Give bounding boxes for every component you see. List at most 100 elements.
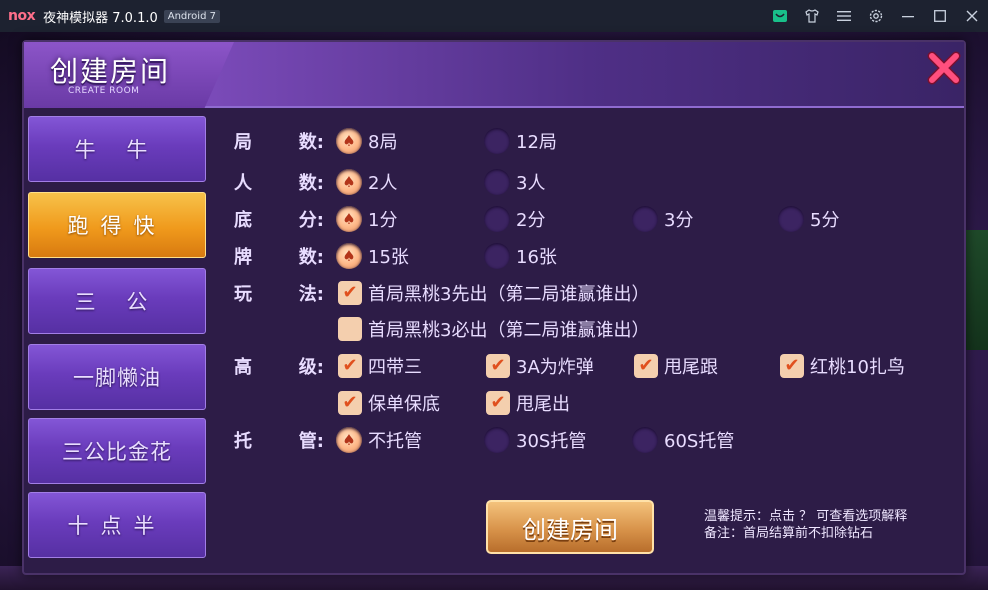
maximize-icon[interactable]: [924, 0, 956, 32]
sidebar-item-label: 十点半: [67, 514, 167, 538]
radio-unselected-icon: [484, 169, 510, 195]
radio-unselected-icon: [484, 128, 510, 154]
checkbox-tail-follow[interactable]: ✔ 甩尾跟: [634, 351, 718, 381]
option-text: 3A为炸弹: [516, 357, 594, 378]
option-text: 16张: [516, 247, 557, 268]
option-label-play-rules: 玩 法:: [234, 278, 324, 308]
option-label-auto-play: 托 管:: [234, 425, 324, 455]
option-text: 60S托管: [664, 431, 735, 452]
radio-cards-15[interactable]: ♠ 15张: [336, 241, 409, 271]
sidebar-item-sangongbijinhua[interactable]: 三公比金花: [28, 418, 206, 484]
sidebar-item-paodekuai[interactable]: 跑得快: [28, 192, 206, 258]
radio-rounds-12[interactable]: 12局: [484, 126, 557, 156]
label-char: 人: [234, 173, 252, 194]
tip-line-hint: 温馨提示：点击 ？ 可查看选项解释: [704, 509, 908, 524]
dialog-title: 创建房间: [50, 55, 171, 88]
checkbox-3a-bomb[interactable]: ✔ 3A为炸弹: [486, 351, 594, 381]
option-text: 保单保底: [368, 394, 440, 415]
sidebar-item-yijiaolanyou[interactable]: 一脚懒油: [28, 344, 206, 410]
create-room-button[interactable]: 创建房间: [486, 500, 654, 554]
option-label-rounds: 局 数:: [234, 126, 324, 156]
minimize-icon[interactable]: [892, 0, 924, 32]
dialog-close-button[interactable]: [924, 48, 964, 88]
option-text: 3分: [664, 210, 694, 231]
tip-line-note: 备注：首局结算前不扣除钻石: [704, 526, 874, 541]
option-text: 首局黑桃3先出（第二局谁赢谁出）: [368, 284, 650, 305]
sidebar-item-label: 三 公: [74, 290, 160, 314]
checkbox-spade3-first[interactable]: ✔ 首局黑桃3先出（第二局谁赢谁出）: [338, 278, 649, 308]
radio-auto-60s[interactable]: 60S托管: [632, 425, 734, 455]
radio-base-5[interactable]: 5分: [778, 204, 839, 234]
settings-icon[interactable]: [860, 0, 892, 32]
radio-auto-none[interactable]: ♠ 不托管: [336, 425, 422, 455]
sidebar-item-sangong[interactable]: 三 公: [28, 268, 206, 334]
nox-logo: nox: [8, 8, 36, 24]
option-text: 30S托管: [516, 431, 587, 452]
label-char: 数:: [298, 247, 324, 268]
radio-cards-16[interactable]: 16张: [484, 241, 557, 271]
sidebar-item-label: 一脚懒油: [73, 366, 161, 390]
checkbox-checked-icon: ✔: [338, 354, 362, 378]
label-char: 数:: [298, 132, 324, 153]
sidebar-item-shidianban[interactable]: 十点半: [28, 492, 206, 558]
label-char: 法:: [298, 284, 324, 305]
checkbox-four-with-three[interactable]: ✔ 四带三: [338, 351, 422, 381]
radio-selected-spade-icon: ♠: [336, 128, 362, 154]
radio-unselected-icon: [484, 206, 510, 232]
radio-base-3[interactable]: 3分: [632, 204, 693, 234]
radio-selected-spade-icon: ♠: [336, 169, 362, 195]
option-text: 甩尾跟: [664, 357, 718, 378]
checkbox-tail-out[interactable]: ✔ 甩尾出: [486, 388, 570, 418]
checkbox-spade3-must[interactable]: 首局黑桃3必出（第二局谁赢谁出）: [338, 314, 649, 344]
option-text: 5分: [810, 210, 840, 231]
checkbox-single-guarantee[interactable]: ✔ 保单保底: [338, 388, 440, 418]
close-icon[interactable]: [956, 0, 988, 32]
sidebar-item-label: 牛 牛: [74, 138, 160, 162]
radio-unselected-icon: [484, 427, 510, 453]
option-label-base-score: 底 分:: [234, 204, 324, 234]
option-text: 2人: [368, 173, 398, 194]
option-label-advanced: 高 级:: [234, 351, 324, 381]
label-char: 高: [234, 357, 252, 378]
checkbox-checked-icon: ✔: [780, 354, 804, 378]
label-char: 管:: [298, 431, 324, 452]
window-controls: [764, 0, 988, 32]
shirt-icon[interactable]: [796, 0, 828, 32]
store-icon[interactable]: [764, 0, 796, 32]
option-text: 四带三: [368, 357, 422, 378]
checkbox-unchecked-icon: [338, 317, 362, 341]
option-text: 首局黑桃3必出（第二局谁赢谁出）: [368, 320, 650, 341]
radio-players-2[interactable]: ♠ 2人: [336, 167, 397, 197]
label-char: 局: [234, 132, 252, 153]
close-x-icon: [927, 51, 961, 85]
radio-selected-spade-icon: ♠: [336, 427, 362, 453]
checkbox-heart10-bird[interactable]: ✔ 红桃10扎鸟: [780, 351, 905, 381]
option-label-card-count: 牌 数:: [234, 241, 324, 271]
option-text: 15张: [368, 247, 409, 268]
label-char: 牌: [234, 247, 252, 268]
menu-icon[interactable]: [828, 0, 860, 32]
option-text: 不托管: [368, 431, 422, 452]
create-room-dialog: 创建房间 CREATE ROOM 牛 牛 跑得快 三 公 一脚懒油 三公比金花 …: [22, 40, 966, 575]
sidebar-item-niuniu[interactable]: 牛 牛: [28, 116, 206, 182]
checkbox-checked-icon: ✔: [338, 281, 362, 305]
sidebar-item-label: 跑得快: [67, 214, 167, 238]
radio-base-2[interactable]: 2分: [484, 204, 545, 234]
radio-unselected-icon: [632, 427, 658, 453]
radio-auto-30s[interactable]: 30S托管: [484, 425, 586, 455]
sidebar-item-label: 三公比金花: [62, 440, 172, 464]
background-table-edge: [966, 230, 988, 350]
dialog-subtitle: CREATE ROOM: [68, 86, 140, 96]
radio-base-1[interactable]: ♠ 1分: [336, 204, 397, 234]
emulator-title-bar: nox 夜神模拟器 7.0.1.0 Android 7: [0, 0, 988, 32]
label-char: 分:: [298, 210, 324, 231]
radio-rounds-8[interactable]: ♠ 8局: [336, 126, 397, 156]
label-char: 数:: [298, 173, 324, 194]
radio-players-3[interactable]: 3人: [484, 167, 545, 197]
option-text: 12局: [516, 132, 557, 153]
option-label-players: 人 数:: [234, 167, 324, 197]
radio-unselected-icon: [632, 206, 658, 232]
option-text: 3人: [516, 173, 546, 194]
radio-unselected-icon: [484, 243, 510, 269]
option-text: 甩尾出: [516, 394, 570, 415]
